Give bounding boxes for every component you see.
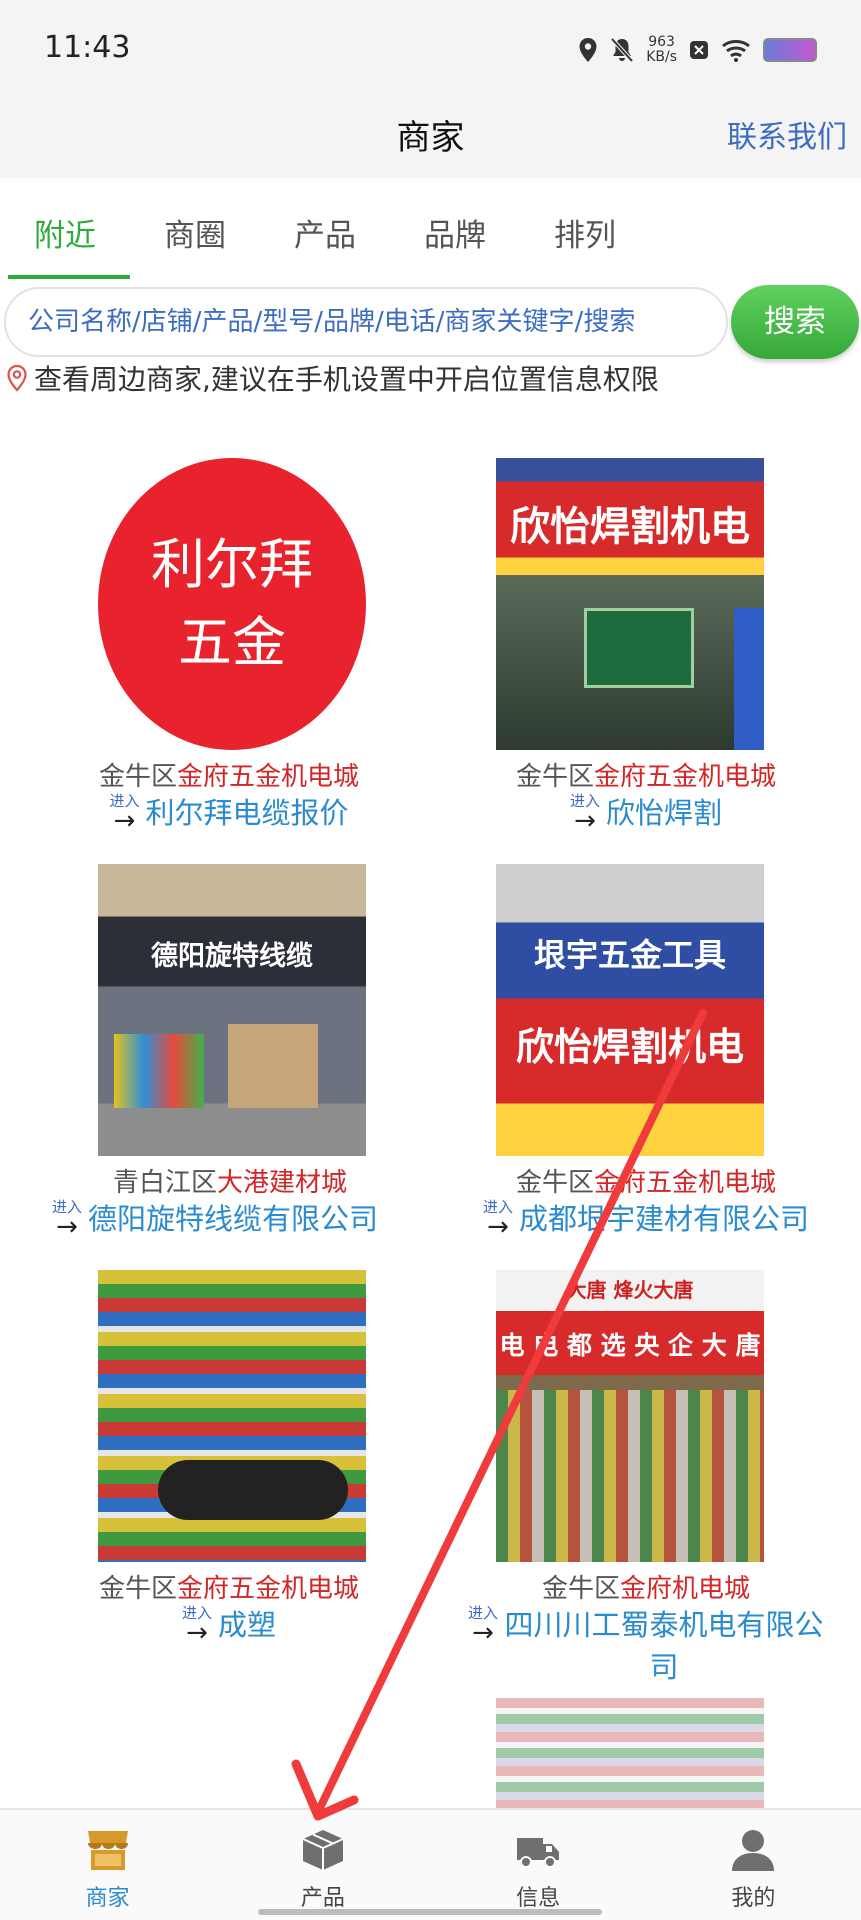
market-text: 金府五金机电城 <box>594 762 777 792</box>
shop-sign-text: 欣怡焊割机电 <box>510 504 750 550</box>
tab-ranking[interactable]: 排列 <box>520 178 650 283</box>
enter-link[interactable]: 进入 → <box>483 1198 513 1242</box>
enter-link[interactable]: 进入 → <box>52 1198 82 1242</box>
shop-sign-text: 欣怡焊割机电 <box>515 1025 744 1069</box>
search-input[interactable] <box>6 289 726 355</box>
logo-text-line2: 五金 <box>178 611 286 674</box>
tabbar-label: 信息 <box>516 1886 561 1911</box>
status-time: 11:43 <box>44 30 131 65</box>
arrow-right-icon: → <box>574 806 596 836</box>
search-button[interactable]: 搜索 <box>731 285 859 359</box>
tab-nearby[interactable]: 附近 <box>0 178 130 283</box>
tabbar-label: 商家 <box>85 1886 130 1911</box>
enter-link[interactable]: 进入 → <box>468 1604 498 1648</box>
merchant-grid: 利尔拜 五金 金牛区金府五金机电城 进入 → 利尔拜电缆报价 欣怡焊割机电 金牛区… <box>0 458 861 1808</box>
shop-sign-text: 德阳旋特线缆 <box>151 941 313 972</box>
tabbar-products[interactable]: 产品 <box>215 1810 430 1920</box>
mute-icon <box>610 37 634 63</box>
merchant-name[interactable]: 德阳旋特线缆有限公司 <box>88 1198 378 1240</box>
market-text: 金府五金机电城 <box>594 1168 777 1198</box>
enter-link[interactable]: 进入 → <box>109 792 139 836</box>
merchant-photo[interactable]: 大唐 烽火大唐 电 电 都 选 央 企 大 唐 <box>496 1270 764 1562</box>
merchant-location: 金牛区金府五金机电城 <box>14 756 444 792</box>
location-pin-icon <box>7 364 27 392</box>
merchant-name[interactable]: 四川川工蜀泰机电有限公司 <box>504 1604 824 1688</box>
wifi-icon <box>722 40 750 62</box>
arrow-right-icon: → <box>56 1212 78 1242</box>
merchant-photo[interactable]: 德阳旋特线缆 <box>98 864 366 1156</box>
market-text: 金府五金机电城 <box>177 1574 360 1604</box>
merchant-location: 金牛区金府五金机电城 <box>431 1162 861 1198</box>
tab-brands[interactable]: 品牌 <box>390 178 520 283</box>
merchant-photo[interactable]: 欣怡焊割机电 <box>496 458 764 750</box>
notification-close-icon <box>690 41 708 59</box>
market-text: 大港建材城 <box>217 1168 348 1198</box>
nav-bar: 商家 联系我们 <box>0 96 861 178</box>
merchant-location: 金牛区金府五金机电城 <box>14 1568 444 1604</box>
speed-value: 963 <box>648 34 675 50</box>
status-icons: 963 KB/s <box>578 30 817 70</box>
logo-text-line1: 利尔拜 <box>151 533 313 596</box>
merchant-photo[interactable]: 垠宇五金工具 欣怡焊割机电 <box>496 864 764 1156</box>
truck-icon <box>517 1838 560 1868</box>
merchant-name[interactable]: 成都垠宇建材有限公司 <box>519 1198 809 1240</box>
merchant-name[interactable]: 成塑 <box>218 1604 276 1646</box>
tabbar-label: 产品 <box>300 1886 345 1911</box>
district-text: 金牛区 <box>515 1168 594 1198</box>
shop-sign-text: 大唐 烽火大唐 <box>566 1278 694 1302</box>
shop-sign-text: 电 电 都 选 央 企 大 唐 <box>499 1331 761 1360</box>
tab-business-circle[interactable]: 商圈 <box>130 178 260 283</box>
district-text: 金牛区 <box>541 1574 620 1604</box>
tabbar-info[interactable]: 信息 <box>431 1810 646 1920</box>
user-icon <box>732 1830 775 1871</box>
battery-icon <box>763 38 817 62</box>
merchant-location: 青白江区大港建材城 <box>0 1162 430 1198</box>
home-indicator[interactable] <box>258 1909 602 1915</box>
enter-link[interactable]: 进入 → <box>182 1604 212 1648</box>
market-text: 金府五金机电城 <box>177 762 360 792</box>
merchant-location: 金牛区金府机电城 <box>431 1568 861 1604</box>
merchant-photo[interactable] <box>496 1698 764 1808</box>
district-text: 青白江区 <box>112 1168 217 1198</box>
district-text: 金牛区 <box>98 762 177 792</box>
tabbar-merchants[interactable]: 商家 <box>0 1810 215 1920</box>
merchant-logo[interactable]: 利尔拜 五金 <box>98 458 366 750</box>
category-tabs: 附近 商圈 产品 品牌 排列 <box>0 178 861 283</box>
contact-us-button[interactable]: 联系我们 <box>727 112 847 156</box>
tabbar-me[interactable]: 我的 <box>646 1810 861 1920</box>
location-tip-text: 查看周边商家,建议在手机设置中开启位置信息权限 <box>34 363 659 396</box>
speed-unit: KB/s <box>646 49 677 65</box>
arrow-right-icon: → <box>472 1618 494 1648</box>
network-speed: 963 KB/s <box>646 35 677 65</box>
search-box <box>4 287 728 357</box>
shop-sign-text: 垠宇五金工具 <box>533 936 726 974</box>
merchant-name[interactable]: 利尔拜电缆报价 <box>146 792 349 834</box>
location-tip[interactable]: 查看周边商家,建议在手机设置中开启位置信息权限 <box>6 358 856 398</box>
arrow-right-icon: → <box>113 806 136 836</box>
box-icon <box>302 1830 344 1870</box>
bottom-tab-bar: 商家 产品 信息 我的 <box>0 1808 861 1920</box>
arrow-right-icon: → <box>186 1618 208 1648</box>
tab-products[interactable]: 产品 <box>260 178 390 283</box>
location-icon <box>579 38 597 62</box>
market-text: 金府机电城 <box>620 1574 751 1604</box>
district-text: 金牛区 <box>98 1574 177 1604</box>
arrow-right-icon: → <box>487 1212 509 1242</box>
tabbar-label: 我的 <box>731 1886 776 1911</box>
district-text: 金牛区 <box>515 762 594 792</box>
store-icon <box>87 1831 128 1870</box>
enter-link[interactable]: 进入 → <box>570 792 600 836</box>
status-bar: 11:43 963 KB/s <box>0 0 861 96</box>
merchant-name[interactable]: 欣怡焊割 <box>606 792 722 834</box>
merchant-photo[interactable] <box>98 1270 366 1562</box>
merchant-location: 金牛区金府五金机电城 <box>431 756 861 792</box>
